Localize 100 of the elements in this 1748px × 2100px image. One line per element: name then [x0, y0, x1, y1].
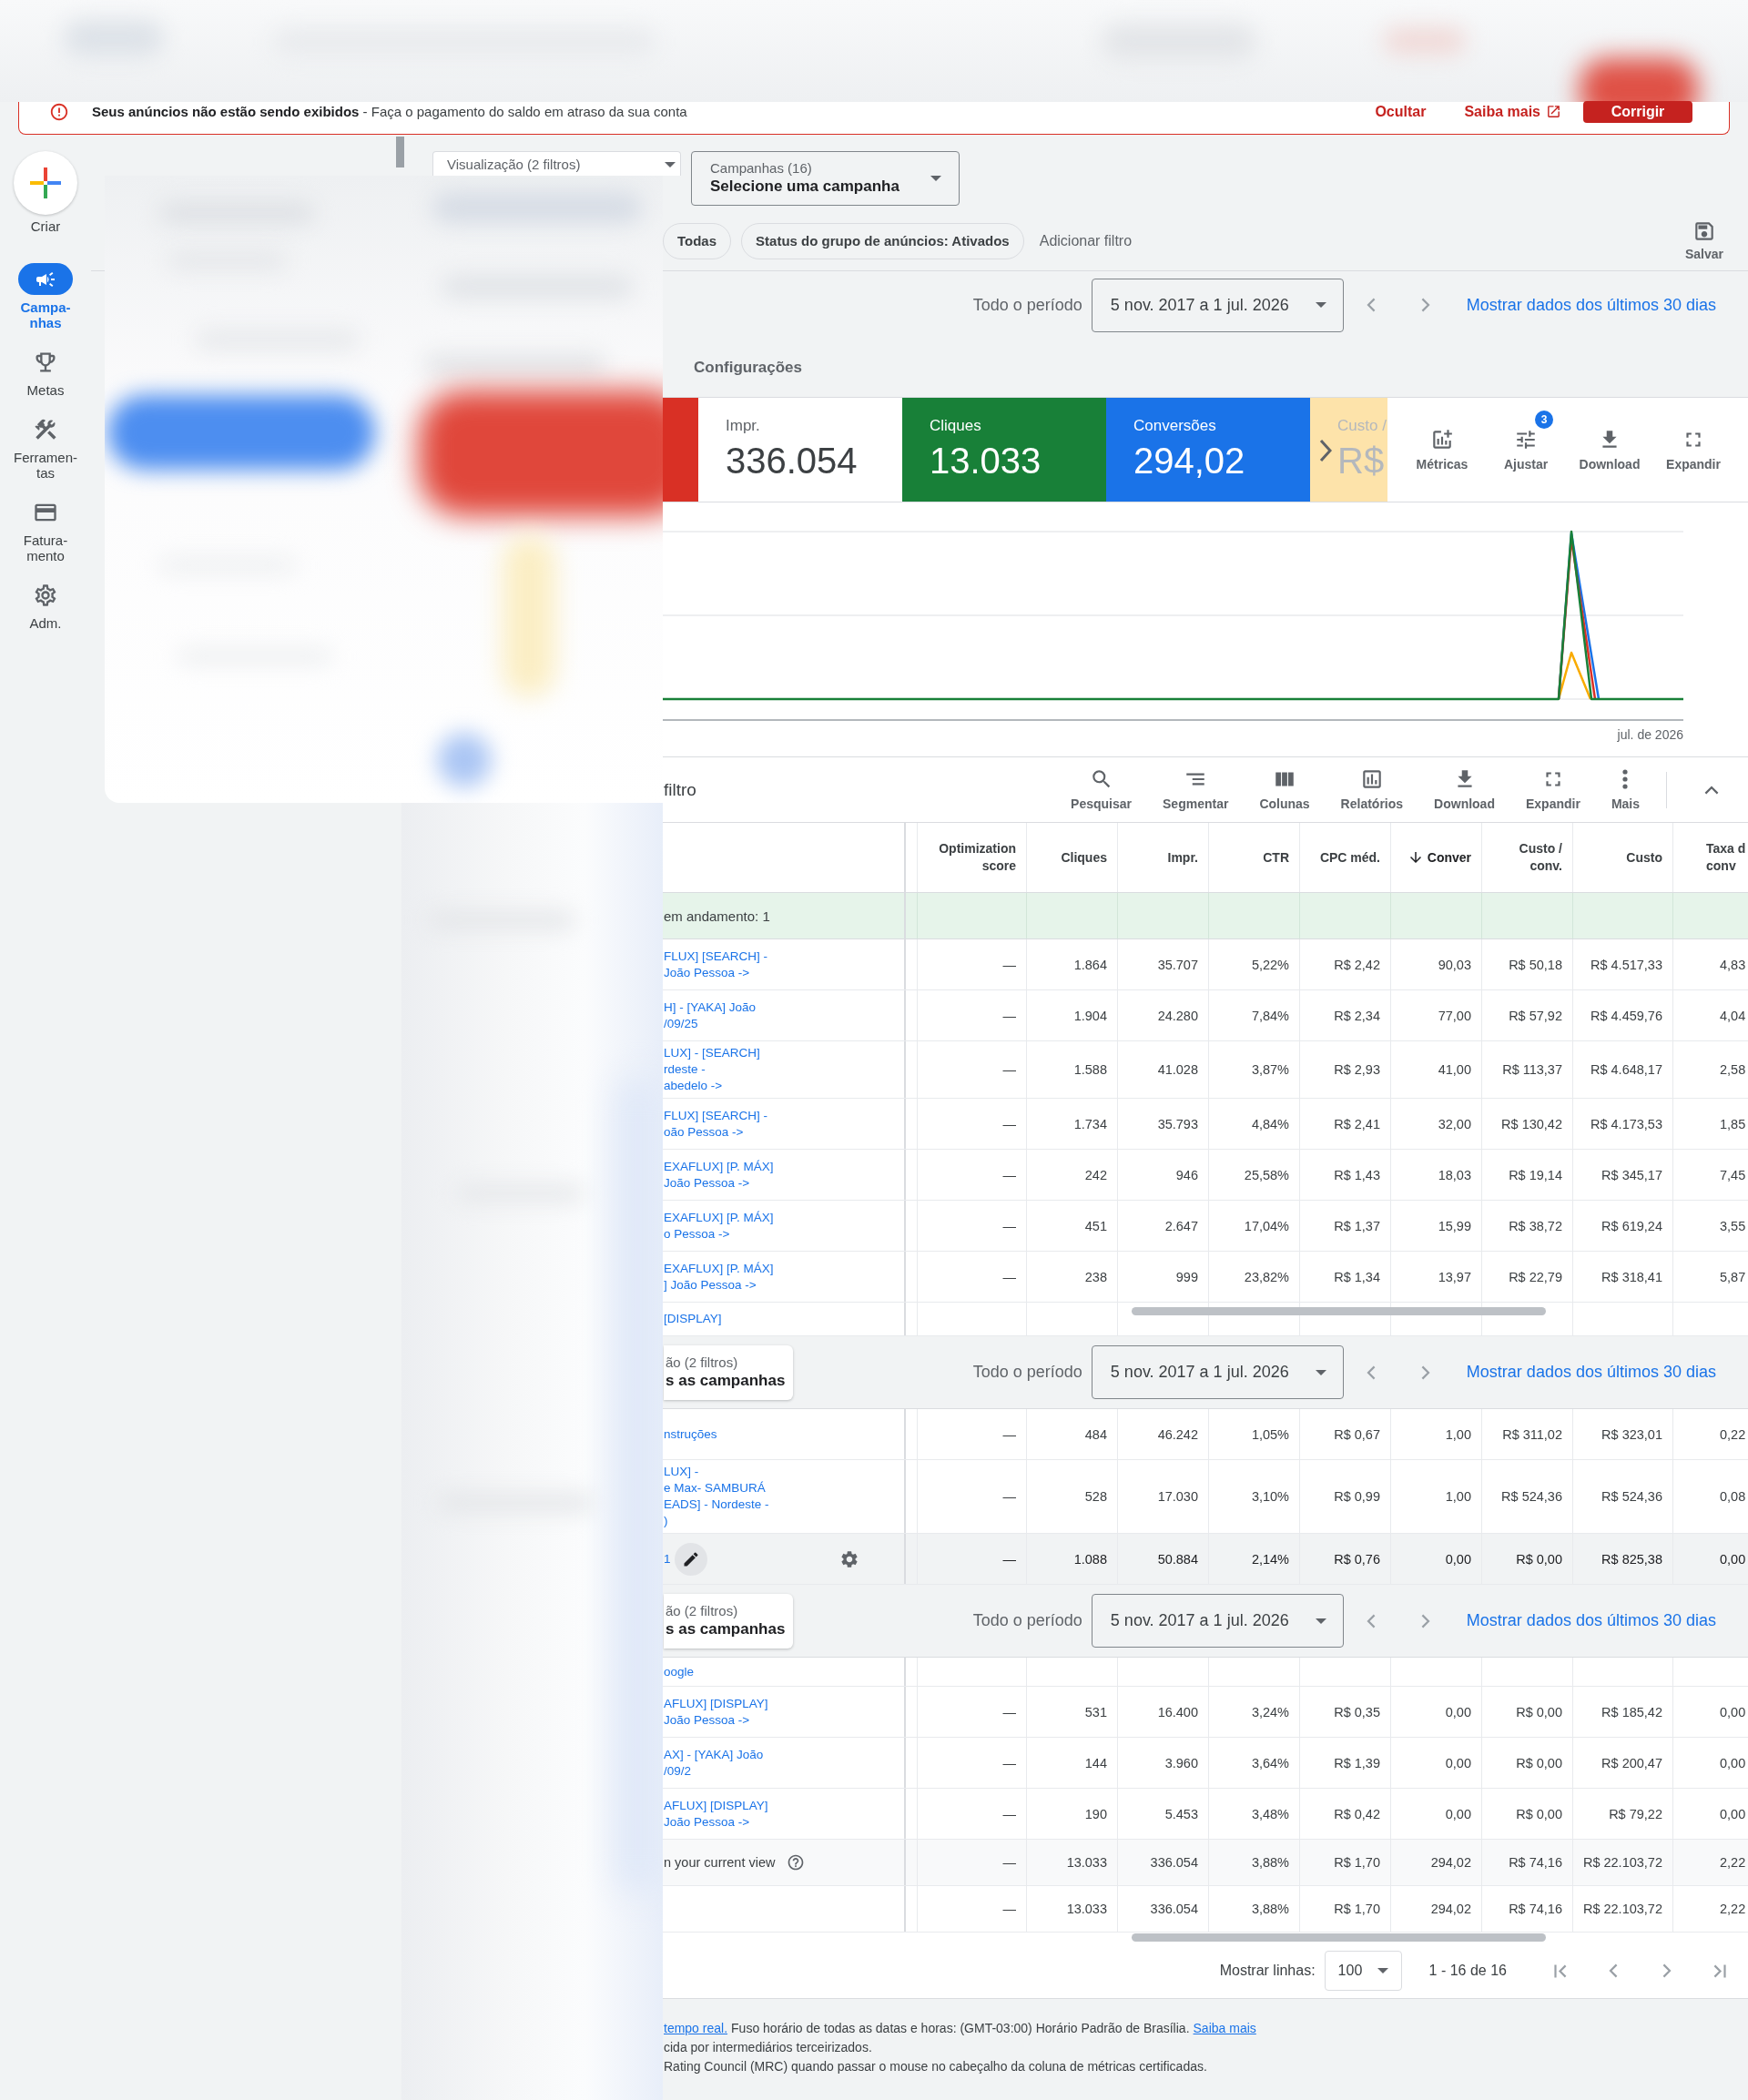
column-header[interactable]: Custo: [1573, 823, 1673, 892]
toolbar-button[interactable]: Colunas: [1259, 767, 1310, 812]
chevron-right-icon[interactable]: [1662, 1963, 1672, 1978]
view-dropdown[interactable]: Visualização (2 filtros): [432, 151, 681, 176]
rows-per-page-select[interactable]: 100: [1324, 1951, 1402, 1991]
period-label: Todo o período: [972, 295, 1082, 315]
table-cell: —: [918, 1687, 1027, 1737]
column-header[interactable]: Custo / conv.: [1482, 823, 1573, 892]
table-cell: R$ 1,43: [1300, 1150, 1391, 1200]
column-header[interactable]: Cliques: [1027, 823, 1118, 892]
toolbar-button[interactable]: Expandir: [1525, 767, 1580, 812]
campaign-dropdown[interactable]: ão (2 filtros) s as campanhas: [664, 1593, 793, 1649]
edit-button[interactable]: [674, 1542, 707, 1576]
footer-note: Fuso horário de todas as datas e horas: (GMT-03:00) Horário Padrão de Brasília.: [731, 2020, 1190, 2037]
campaign-link[interactable]: EXAFLUX] [P. MÁX] o Pessoa ->: [664, 1209, 774, 1243]
add-filter-button[interactable]: filtro: [663, 779, 696, 800]
date-range-picker[interactable]: 5 nov. 2017 a 1 jul. 2026: [1091, 1594, 1344, 1648]
campaign-link[interactable]: H] - [YAKA] João /09/25: [664, 999, 757, 1032]
section-tab[interactable]: Configurações: [694, 359, 803, 377]
toolbar-button[interactable]: Relatórios: [1340, 767, 1404, 812]
table-cell: R$ 130,42: [1482, 1099, 1573, 1149]
toolbar-button[interactable]: Ajustar 3: [1484, 410, 1568, 472]
hide-link[interactable]: Ocultar: [1375, 103, 1427, 120]
column-header[interactable]: CTR: [1209, 823, 1300, 892]
date-range-picker[interactable]: 5 nov. 2017 a 1 jul. 2026: [1091, 278, 1344, 332]
table-cell: 238: [1027, 1252, 1118, 1302]
nav-item[interactable]: Fatura-mento: [9, 496, 82, 563]
chevron-right-icon[interactable]: [1319, 439, 1332, 462]
table-cell: —: [918, 990, 1027, 1040]
campaign-link[interactable]: EXAFLUX] [P. MÁX] ] João Pessoa ->: [664, 1260, 774, 1293]
table-cell: 4,84%: [1209, 1099, 1300, 1149]
add-filter-button[interactable]: Adicionar filtro: [1039, 232, 1133, 249]
table-cell: 451: [1027, 1201, 1118, 1251]
create-button[interactable]: Criar: [14, 151, 77, 234]
table-cell: R$ 22,79: [1482, 1252, 1573, 1302]
campaign-link[interactable]: [DISPLAY]: [664, 1311, 722, 1327]
fix-button[interactable]: Corrigir: [1583, 100, 1692, 123]
table-cell: 0,00: [1391, 1687, 1482, 1737]
chevron-left-icon[interactable]: [1609, 1963, 1618, 1978]
footer-note: cida por intermediários terceirizados.: [664, 2039, 872, 2056]
more-icon: [1622, 769, 1629, 789]
nav-item[interactable]: Adm.: [9, 579, 82, 631]
campaign-link[interactable]: nstruções: [664, 1425, 717, 1443]
toolbar-button[interactable]: Métricas: [1400, 427, 1484, 472]
table-cell: —: [918, 1041, 1027, 1098]
table-cell: 90,03: [1391, 939, 1482, 989]
scrollbar-thumb[interactable]: [396, 137, 404, 167]
campaign-link[interactable]: AFLUX] [DISPLAY] João Pessoa ->: [664, 1797, 768, 1831]
metric-card[interactable]: Conversões 294,02: [1106, 398, 1310, 502]
first-page-icon[interactable]: [1554, 1963, 1567, 1978]
campaign-dropdown[interactable]: ão (2 filtros) s as campanhas: [664, 1344, 793, 1400]
scrollbar-thumb[interactable]: [1132, 1933, 1546, 1942]
campaign-link[interactable]: FLUX] [SEARCH] - João Pessoa ->: [664, 948, 768, 981]
toolbar-button[interactable]: Pesquisar: [1071, 767, 1132, 812]
settings-icon[interactable]: [839, 1548, 859, 1569]
table-cell: 23,82%: [1209, 1252, 1300, 1302]
toolbar-button[interactable]: Download: [1434, 767, 1495, 812]
save-button[interactable]: Salvar: [1684, 219, 1723, 262]
table-cell: 0,00: [1391, 1789, 1482, 1839]
campaign-link[interactable]: LUX] - e Max- SAMBURÁ EADS] - Nordeste - ): [664, 1464, 769, 1529]
footer-link[interactable]: Saiba mais: [1193, 2019, 1256, 2038]
table-cell: —: [918, 1252, 1027, 1302]
campaign-link[interactable]: LUX] - [SEARCH] rdeste - abedelo ->: [664, 1045, 760, 1094]
table-cell-text: 2,22: [1719, 1854, 1747, 1872]
footer-link[interactable]: tempo real.: [664, 2019, 728, 2038]
table-cell: 999: [1118, 1252, 1209, 1302]
help-icon[interactable]: [786, 1853, 805, 1872]
campaign-link[interactable]: FLUX] [SEARCH] - oão Pessoa ->: [664, 1107, 768, 1141]
campaign-link[interactable]: EXAFLUX] [P. MÁX] João Pessoa ->: [664, 1158, 774, 1192]
column-header[interactable]: Optimization score: [918, 823, 1027, 892]
metric-card[interactable]: Cliques 13.033: [902, 398, 1106, 502]
table-cell: 3,10%: [1209, 1460, 1300, 1533]
column-header[interactable]: Taxa d conv: [1673, 823, 1748, 892]
campaign-link[interactable]: AX] - [YAKA] João /09/2: [664, 1746, 764, 1780]
last-30-days-link[interactable]: Mostrar dados dos últimos 30 dias: [1466, 1363, 1716, 1382]
scrollbar-thumb[interactable]: [1132, 1307, 1546, 1315]
chevron-right-icon: [1420, 1364, 1430, 1380]
toolbar-button[interactable]: Mais: [1611, 767, 1640, 812]
last-30-days-link[interactable]: Mostrar dados dos últimos 30 dias: [1466, 1611, 1716, 1630]
rows-per-page-label: Mostrar linhas:: [1219, 1963, 1316, 1979]
column-header[interactable]: Impr.: [1118, 823, 1209, 892]
table-cell: R$ 74,16: [1482, 1886, 1573, 1932]
toolbar-button[interactable]: Download: [1568, 427, 1651, 472]
toolbar-button[interactable]: Expandir: [1651, 427, 1735, 472]
column-header[interactable]: CPC méd.: [1300, 823, 1391, 892]
campaign-link[interactable]: oogle: [664, 1663, 695, 1680]
last-page-icon[interactable]: [1713, 1963, 1726, 1978]
nav-item[interactable]: Campa-nhas: [9, 263, 82, 330]
campaign-link[interactable]: 1: [664, 1550, 671, 1567]
alert-message: Seus anúncios não estão sendo exibidos - Faça o pagamento do saldo em atraso da sua conta: [92, 104, 687, 119]
campaign-dropdown[interactable]: Campanhas (16) Selecione uma campanha: [691, 151, 960, 206]
column-header[interactable]: Conver: [1391, 823, 1482, 892]
nav-item[interactable]: Ferramen-tas: [9, 413, 82, 481]
learn-more-link[interactable]: Saiba mais: [1464, 103, 1561, 120]
campaign-link[interactable]: AFLUX] [DISPLAY] João Pessoa ->: [664, 1695, 768, 1729]
table-cell: 13.033: [1027, 1886, 1118, 1932]
toolbar-button[interactable]: Segmentar: [1163, 767, 1229, 812]
last-30-days-link[interactable]: Mostrar dados dos últimos 30 dias: [1466, 295, 1716, 315]
date-range-picker[interactable]: 5 nov. 2017 a 1 jul. 2026: [1091, 1345, 1344, 1399]
nav-item[interactable]: Metas: [9, 346, 82, 398]
